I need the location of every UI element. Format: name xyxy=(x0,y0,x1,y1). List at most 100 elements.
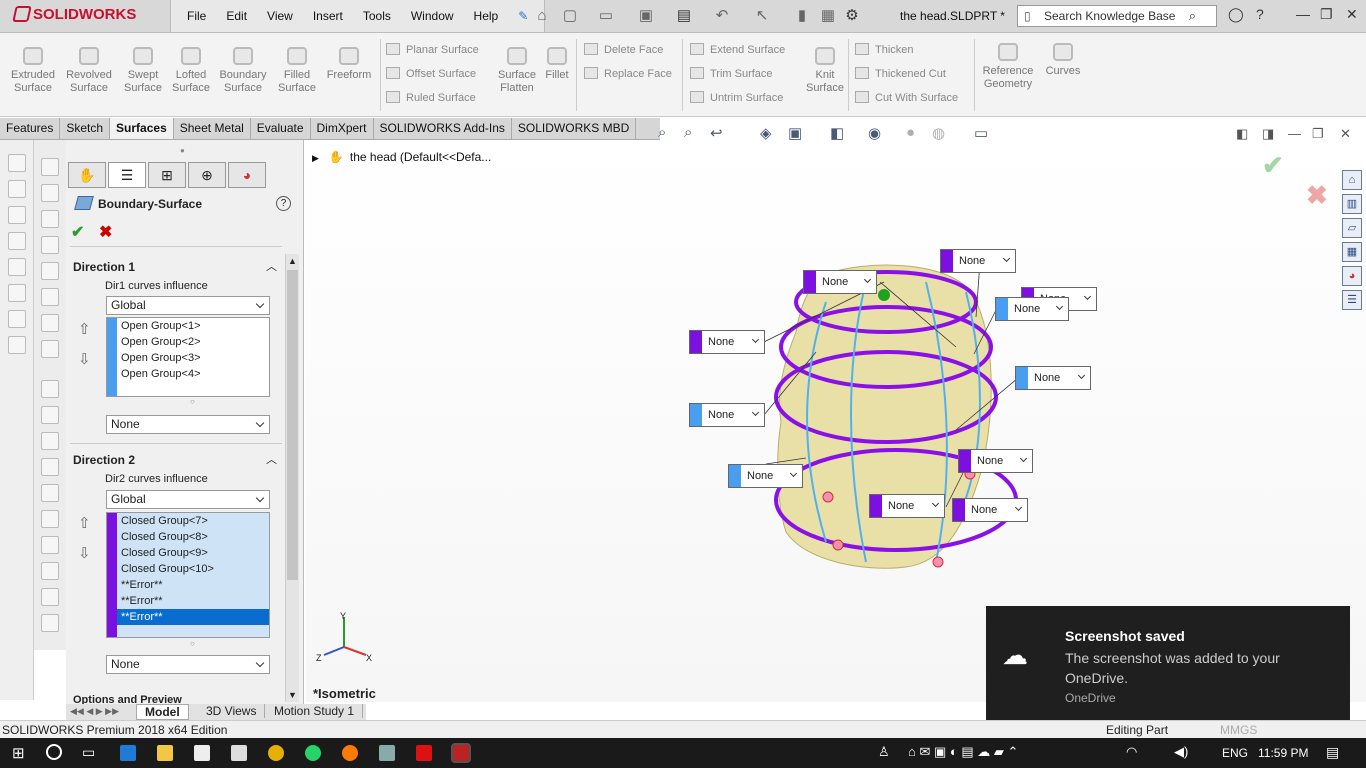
panel-scrollbar[interactable]: ▲ ▼ xyxy=(285,254,299,702)
help-icon[interactable]: ? xyxy=(1256,6,1264,22)
doc-minimize-icon[interactable]: — xyxy=(1288,126,1301,141)
tangency-callout[interactable]: None xyxy=(952,498,1028,522)
menu-view[interactable]: View xyxy=(257,9,303,23)
sketch-tool-icon[interactable] xyxy=(8,336,26,354)
view-settings-icon[interactable]: ▭ xyxy=(974,124,988,142)
file-explorer-icon[interactable]: ▱ xyxy=(1342,218,1362,238)
sketch-tool-icon[interactable] xyxy=(41,314,59,332)
delete-face-button[interactable]: Delete Face xyxy=(584,38,672,62)
swept-surface-button[interactable]: Swept Surface xyxy=(116,47,170,95)
sketch-tool-icon[interactable] xyxy=(8,232,26,250)
remote-desktop-icon[interactable] xyxy=(379,745,395,761)
action-center-icon[interactable]: ▤ xyxy=(1326,744,1339,761)
move-up-arrow-icon[interactable]: ⇧ xyxy=(78,514,91,532)
cancel-x-icon[interactable]: ✖ xyxy=(99,222,112,242)
collapse-chevron-up-icon[interactable]: ︿ xyxy=(266,258,277,274)
sketch-tool-icon[interactable] xyxy=(41,562,59,580)
solidworks-resources-icon[interactable]: ⌂ xyxy=(1342,170,1362,190)
chevron-down-icon[interactable] xyxy=(751,335,760,344)
dir1-tangency-select[interactable]: None xyxy=(106,415,270,434)
list-item[interactable]: Closed Group<9> xyxy=(107,545,269,561)
chevron-down-icon[interactable] xyxy=(1019,454,1028,463)
tangency-callout[interactable]: None xyxy=(940,249,1016,273)
sketch-tool-icon[interactable] xyxy=(41,458,59,476)
offset-surface-button[interactable]: Offset Surface xyxy=(386,62,479,86)
zoom-to-fit-icon[interactable]: ⌕ xyxy=(658,124,666,141)
hide-show-items-icon[interactable]: ◉ xyxy=(868,124,881,142)
list-item-error-selected[interactable]: **Error** xyxy=(107,609,269,625)
windows-start-icon[interactable]: ⊞ xyxy=(12,744,25,762)
file-properties-icon[interactable]: ▦ xyxy=(818,6,838,26)
tangency-callout[interactable]: None xyxy=(1015,366,1091,390)
design-library-icon[interactable]: ▥ xyxy=(1342,194,1362,214)
list-item-error[interactable]: **Error** xyxy=(107,577,269,593)
onedrive-notification-toast[interactable]: ☁ Screenshot saved The screenshot was ad… xyxy=(986,606,1350,726)
sketch-tool-icon[interactable] xyxy=(8,206,26,224)
appearances-icon[interactable]: ◕ xyxy=(1342,266,1362,286)
sketch-tool-icon[interactable] xyxy=(41,510,59,528)
chevron-down-icon[interactable] xyxy=(751,408,760,417)
open-folder-icon[interactable]: ▭ xyxy=(596,6,616,26)
scroll-down-arrow-icon[interactable]: ▼ xyxy=(288,690,297,700)
tab-dimxpert[interactable]: DimXpert xyxy=(311,118,374,139)
chevron-down-icon[interactable] xyxy=(1083,292,1092,301)
doc-restore-icon[interactable]: ❐ xyxy=(1312,126,1324,142)
list-item[interactable]: Closed Group<7> xyxy=(107,513,269,529)
mail-icon[interactable] xyxy=(231,745,247,761)
move-down-arrow-icon[interactable]: ⇩ xyxy=(78,350,91,368)
tab-features[interactable]: Features xyxy=(0,118,61,139)
boundary-surface-button[interactable]: Boundary Surface xyxy=(216,47,270,95)
select-arrow-icon[interactable]: ↖ xyxy=(752,6,772,26)
tangency-callout[interactable]: None xyxy=(728,464,803,488)
extruded-surface-button[interactable]: Extruded Surface xyxy=(6,47,60,95)
direction-1-header[interactable]: Direction 1 xyxy=(73,260,135,274)
search-icon[interactable]: ⌕ xyxy=(1189,6,1196,26)
dir2-tangency-select[interactable]: None xyxy=(106,655,270,674)
wifi-icon[interactable]: ◠ xyxy=(1126,744,1137,760)
sketch-tool-icon[interactable] xyxy=(41,262,59,280)
tile-left-icon[interactable]: ◧ xyxy=(1236,126,1248,142)
tab-motion-study-1[interactable]: Motion Study 1 xyxy=(266,704,364,718)
knit-surface-button[interactable]: Knit Surface xyxy=(798,47,852,95)
task-view-icon[interactable]: ▭ xyxy=(82,744,95,761)
firefox-icon[interactable] xyxy=(342,745,358,761)
home-icon[interactable]: ⌂ xyxy=(532,6,552,26)
start-point[interactable] xyxy=(878,289,890,301)
help-icon[interactable]: ? xyxy=(276,196,291,211)
sketch-tool-icon[interactable] xyxy=(41,236,59,254)
rebuild-icon[interactable]: ▮ xyxy=(792,6,812,26)
close-icon[interactable]: ✕ xyxy=(1346,6,1358,23)
tangency-callout[interactable]: None xyxy=(689,330,765,354)
tab-surfaces[interactable]: Surfaces xyxy=(110,118,174,139)
list-resize-handle[interactable]: ○ xyxy=(190,639,195,648)
edge-icon[interactable] xyxy=(120,745,136,761)
tile-right-icon[interactable]: ◨ xyxy=(1262,126,1274,142)
list-item[interactable]: Open Group<4> xyxy=(107,366,269,382)
search-knowledge-base-input[interactable]: ▯ Search Knowledge Base ⌕ xyxy=(1017,5,1217,27)
sketch-tool-icon[interactable] xyxy=(8,310,26,328)
user-icon[interactable]: ◯ xyxy=(1228,6,1244,23)
tray-icons[interactable]: ⌂ ✉ ▣ ◐ ▤ ☁ ▰ ⌃ xyxy=(908,744,1018,760)
filled-surface-button[interactable]: Filled Surface xyxy=(270,47,324,95)
doc-close-icon[interactable]: ✕ xyxy=(1340,126,1351,142)
sketch-tool-icon[interactable] xyxy=(8,258,26,276)
revolved-surface-button[interactable]: Revolved Surface xyxy=(62,47,116,95)
direction-2-header[interactable]: Direction 2 xyxy=(73,453,135,467)
menu-help[interactable]: Help xyxy=(464,9,509,23)
cortana-icon[interactable] xyxy=(46,744,62,760)
list-item[interactable]: Open Group<3> xyxy=(107,350,269,366)
tangency-callout[interactable]: None xyxy=(689,403,765,427)
cut-with-surface-button[interactable]: Cut With Surface xyxy=(855,86,958,110)
panel-collapse-handle[interactable]: ● xyxy=(180,146,185,155)
view-orientation-icon[interactable]: ▣ xyxy=(788,124,802,142)
sketch-tool-icon[interactable] xyxy=(41,484,59,502)
tangency-callout[interactable]: None xyxy=(995,297,1069,321)
sketch-tool-icon[interactable] xyxy=(41,288,59,306)
ok-checkmark-icon[interactable]: ✔ xyxy=(71,222,84,242)
thicken-button[interactable]: Thicken xyxy=(855,38,958,62)
minimize-icon[interactable]: — xyxy=(1296,6,1310,22)
chevron-down-icon[interactable] xyxy=(1002,254,1011,263)
dir2-curves-influence-select[interactable]: Global xyxy=(106,490,270,509)
tab-sketch[interactable]: Sketch xyxy=(60,118,111,139)
configuration-manager-tab-icon[interactable]: ⊞ xyxy=(148,162,186,188)
